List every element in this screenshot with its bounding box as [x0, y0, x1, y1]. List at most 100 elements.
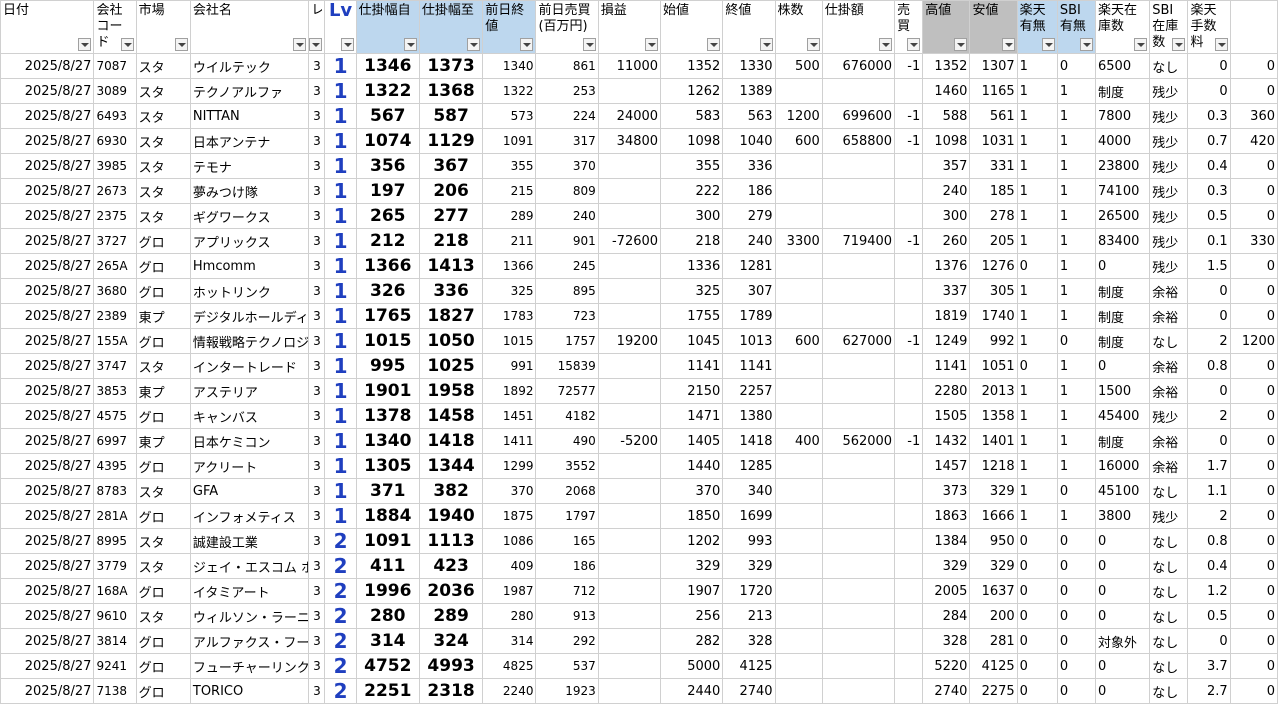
table-cell[interactable]: [821, 403, 896, 429]
table-cell[interactable]: [597, 578, 662, 604]
table-cell[interactable]: 2025/8/27: [0, 528, 95, 554]
table-cell[interactable]: 1789: [722, 303, 776, 329]
table-cell[interactable]: [597, 303, 662, 329]
table-cell[interactable]: 307: [722, 278, 776, 304]
table-cell[interactable]: 1045: [660, 328, 724, 354]
table-cell[interactable]: 3: [308, 653, 326, 679]
table-cell[interactable]: 2025/8/27: [0, 478, 95, 504]
table-cell[interactable]: 0: [1229, 78, 1278, 104]
table-cell[interactable]: 6997: [93, 428, 137, 454]
table-cell[interactable]: -1: [894, 53, 924, 79]
table-cell[interactable]: [821, 528, 896, 554]
table-cell[interactable]: 1827: [418, 303, 484, 329]
table-cell[interactable]: 1: [1016, 228, 1058, 254]
table-cell[interactable]: スタ: [135, 603, 191, 629]
table-cell[interactable]: 0: [1056, 603, 1097, 629]
table-cell[interactable]: 2025/8/27: [0, 403, 95, 429]
table-cell[interactable]: 制度: [1095, 78, 1151, 104]
table-cell[interactable]: 1: [1056, 78, 1097, 104]
table-cell[interactable]: 24000: [597, 103, 662, 129]
table-cell[interactable]: [821, 478, 896, 504]
table-cell[interactable]: 1: [1016, 428, 1058, 454]
table-cell[interactable]: TORICO: [189, 678, 310, 704]
table-cell[interactable]: 0: [1095, 653, 1151, 679]
table-cell[interactable]: 7087: [93, 53, 137, 79]
table-cell[interactable]: 1050: [418, 328, 484, 354]
table-cell[interactable]: 222: [660, 178, 724, 204]
table-cell[interactable]: 0: [1016, 578, 1058, 604]
table-cell[interactable]: -1: [894, 228, 924, 254]
table-cell[interactable]: 1276: [969, 253, 1018, 279]
table-cell[interactable]: 3: [308, 53, 326, 79]
table-cell[interactable]: [821, 453, 896, 479]
table-cell[interactable]: 1074: [355, 128, 420, 154]
table-cell[interactable]: スタ: [135, 53, 191, 79]
table-cell[interactable]: [894, 453, 924, 479]
table-cell[interactable]: 1666: [969, 503, 1018, 529]
table-cell[interactable]: 1: [324, 128, 357, 154]
table-cell[interactable]: [597, 203, 662, 229]
table-cell[interactable]: なし: [1149, 628, 1189, 654]
table-cell[interactable]: 1783: [482, 303, 537, 329]
table-cell[interactable]: 993: [722, 528, 776, 554]
table-cell[interactable]: 305: [969, 278, 1018, 304]
table-cell[interactable]: なし: [1149, 528, 1189, 554]
table-cell[interactable]: 600: [774, 328, 823, 354]
table-cell[interactable]: [894, 153, 924, 179]
table-cell[interactable]: グロ: [135, 403, 191, 429]
table-cell[interactable]: 0.7: [1187, 128, 1231, 154]
table-cell[interactable]: 3: [308, 228, 326, 254]
table-cell[interactable]: 1015: [482, 328, 537, 354]
table-cell[interactable]: 1: [324, 378, 357, 404]
table-cell[interactable]: 6493: [93, 103, 137, 129]
table-cell[interactable]: 991: [482, 353, 537, 379]
table-cell[interactable]: [894, 253, 924, 279]
table-cell[interactable]: 1: [1056, 303, 1097, 329]
table-cell[interactable]: 289: [418, 603, 484, 629]
table-cell[interactable]: 3: [308, 378, 326, 404]
table-cell[interactable]: 1200: [774, 103, 823, 129]
table-cell[interactable]: 367: [418, 153, 484, 179]
filter-dropdown-icon[interactable]: [707, 38, 721, 51]
table-cell[interactable]: 289: [482, 203, 537, 229]
table-cell[interactable]: [597, 278, 662, 304]
table-cell[interactable]: なし: [1149, 328, 1189, 354]
table-cell[interactable]: 537: [535, 653, 599, 679]
table-cell[interactable]: 326: [355, 278, 420, 304]
table-cell[interactable]: 0: [1229, 678, 1278, 704]
table-cell[interactable]: 1340: [355, 428, 420, 454]
table-cell[interactable]: 1380: [722, 403, 776, 429]
table-cell[interactable]: 325: [482, 278, 537, 304]
table-cell[interactable]: スタ: [135, 478, 191, 504]
table-cell[interactable]: 1418: [722, 428, 776, 454]
table-cell[interactable]: [774, 578, 823, 604]
table-cell[interactable]: 3: [308, 303, 326, 329]
table-cell[interactable]: 420: [1229, 128, 1278, 154]
table-cell[interactable]: 317: [535, 128, 599, 154]
table-cell[interactable]: 1996: [355, 578, 420, 604]
table-cell[interactable]: 1797: [535, 503, 599, 529]
table-cell[interactable]: スタ: [135, 178, 191, 204]
table-cell[interactable]: 1358: [969, 403, 1018, 429]
table-cell[interactable]: 1281: [722, 253, 776, 279]
table-cell[interactable]: 563: [722, 103, 776, 129]
table-cell[interactable]: [894, 178, 924, 204]
table-cell[interactable]: 1: [1056, 453, 1097, 479]
table-cell[interactable]: 3: [308, 603, 326, 629]
table-cell[interactable]: [774, 628, 823, 654]
filter-dropdown-icon[interactable]: [907, 38, 921, 51]
table-cell[interactable]: 676000: [821, 53, 896, 79]
table-cell[interactable]: [597, 553, 662, 579]
table-cell[interactable]: 15839: [535, 353, 599, 379]
filter-dropdown-icon[interactable]: [78, 38, 92, 51]
table-cell[interactable]: 3: [308, 78, 326, 104]
table-cell[interactable]: [597, 153, 662, 179]
table-cell[interactable]: [774, 528, 823, 554]
filter-dropdown-icon[interactable]: [340, 38, 354, 51]
table-cell[interactable]: 329: [660, 553, 724, 579]
table-cell[interactable]: 1: [324, 53, 357, 79]
table-cell[interactable]: -1: [894, 128, 924, 154]
table-cell[interactable]: 1: [324, 328, 357, 354]
table-cell[interactable]: 583: [660, 103, 724, 129]
table-cell[interactable]: 0: [1016, 528, 1058, 554]
